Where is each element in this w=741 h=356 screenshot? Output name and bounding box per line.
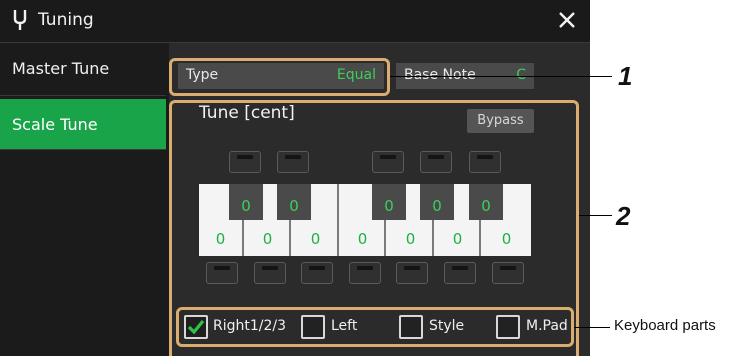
sidebar: Master Tune Scale Tune: [0, 43, 168, 356]
callout-number-2: 2: [616, 201, 631, 231]
callout-keyboard-parts: Keyboard parts: [614, 317, 716, 334]
callout-line-1: [390, 76, 612, 77]
title-bar: Tuning: [0, 0, 590, 43]
close-icon[interactable]: [556, 9, 578, 31]
sidebar-item-master-tune[interactable]: Master Tune: [0, 43, 166, 96]
base-note-label: Base Note: [404, 67, 476, 83]
sidebar-item-label: Scale Tune: [12, 115, 98, 134]
callout-frame-1: [169, 58, 390, 96]
base-note-value: C: [516, 67, 526, 83]
tuning-fork-icon: [13, 10, 27, 30]
sidebar-item-label: Master Tune: [12, 59, 110, 78]
sidebar-item-scale-tune[interactable]: Scale Tune: [0, 99, 166, 150]
callout-line-parts: [574, 327, 610, 328]
callout-number-1: 1: [618, 61, 633, 91]
callout-frame-parts: [176, 307, 574, 347]
callout-line-2: [579, 215, 612, 216]
window-title: Tuning: [38, 10, 94, 30]
